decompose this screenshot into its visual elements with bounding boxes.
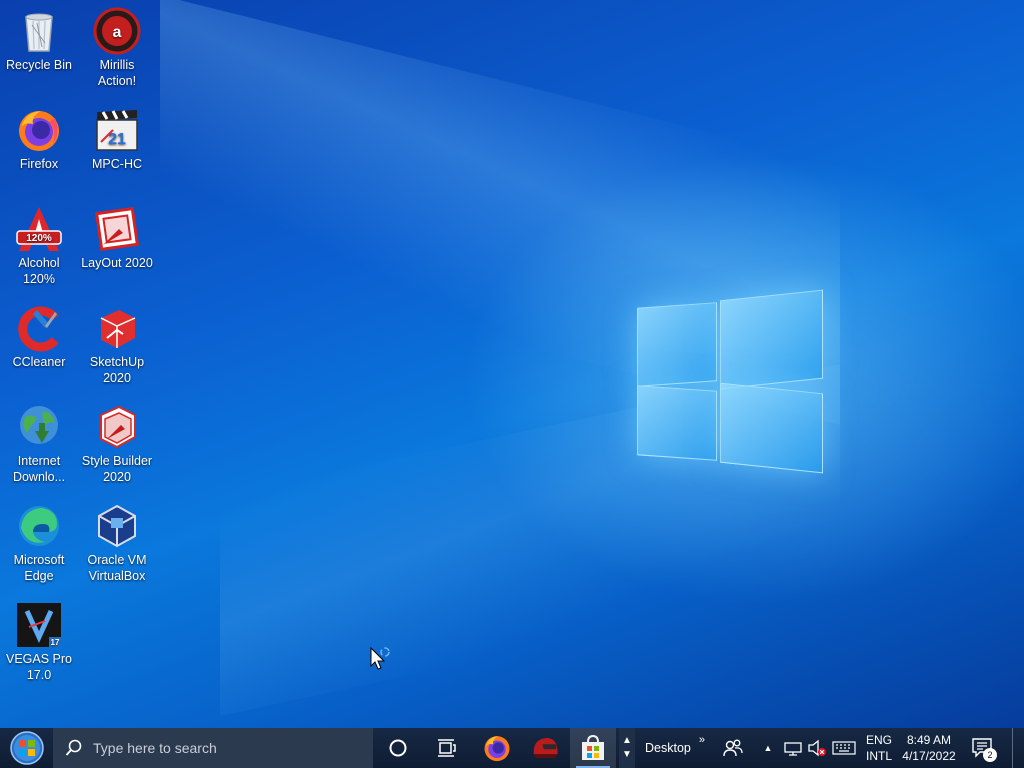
desktop-icon-label: LayOut 2020 [81,256,153,270]
cortana-circle-icon [389,739,407,757]
clock-date: 4/17/2022 [902,749,956,763]
desktop-icon-label: Microsoft Edge [13,553,65,583]
svg-text:17: 17 [51,638,60,647]
show-desktop-button[interactable] [1012,728,1024,768]
people-icon [723,739,743,757]
mirillis-action-icon: a [93,7,141,55]
search-placeholder: Type here to search [93,740,217,756]
search-icon [65,739,82,756]
desktop-toolbar[interactable]: Desktop » [640,728,710,768]
volume-button[interactable] [806,728,828,768]
mouse-cursor-icon [370,646,390,670]
desktop-icon-firefox[interactable]: Firefox [0,106,78,172]
svg-text:a: a [113,24,122,41]
desktop-icon-sketchup-2020[interactable]: SketchUp 2020 [78,304,156,386]
mirillis-action-helmet-icon [533,738,558,758]
desktop-icon-style-builder-2020[interactable]: Style Builder 2020 [78,403,156,485]
people-button[interactable] [718,728,748,768]
desktop-icon-label: Recycle Bin [6,58,72,72]
taskbar-scroll-control[interactable]: ▲ ▼ [619,728,635,768]
desktop-icon-layout-2020[interactable]: LayOut 2020 [78,205,156,271]
alcohol-120-icon: 120% [16,207,62,251]
taskbar-microsoft-store[interactable] [570,728,616,768]
taskbar-mirillis-action[interactable] [522,728,568,768]
cortana-button[interactable] [375,728,421,768]
desktop-icon-label: VEGAS Pro 17.0 [6,652,72,682]
desktop-icon-mpc-hc[interactable]: 21 MPC-HC [78,106,156,172]
desktop-icon-virtualbox[interactable]: Oracle VM VirtualBox [78,502,156,584]
desktop-icon-label: Style Builder 2020 [81,454,153,484]
desktop-icon-microsoft-edge[interactable]: Microsoft Edge [0,502,78,584]
scroll-up-icon[interactable]: ▲ [622,734,632,748]
desktop-icon-label: Firefox [19,157,59,171]
microsoft-store-icon [582,734,604,760]
action-center-button[interactable]: 2 [966,728,1000,768]
firefox-icon [19,111,59,151]
desktop-icon-label: Mirillis Action! [97,58,137,88]
input-language-button[interactable]: ENG INTL [862,728,896,768]
svg-text:120%: 120% [26,233,52,244]
desktop-icon-vegas-pro[interactable]: 17 VEGAS Pro 17.0 [0,601,78,683]
desktop-icon-label: MPC-HC [92,157,142,171]
recycle-bin-icon [25,13,53,52]
clock-button[interactable]: 8:49 AM 4/17/2022 [898,728,960,768]
desktop-icon-ccleaner[interactable]: CCleaner [0,304,78,370]
desktop-icon-label: Oracle VM VirtualBox [87,553,147,583]
chevron-double-right-icon[interactable]: » [699,734,705,746]
network-icon [784,742,802,756]
search-input[interactable]: Type here to search [53,728,373,768]
desktop-icon-label: Alcohol 120% [18,256,60,286]
keyboard-layout: INTL [865,749,892,763]
desktop-icon-label: CCleaner [12,355,66,369]
desktop-icon-recycle-bin[interactable]: Recycle Bin [0,7,78,73]
desktop-toolbar-label: Desktop [645,741,691,755]
desktop-background[interactable]: Recycle Bin Firefox 120% Alcohol 120% CC… [0,0,1024,728]
firefox-icon [484,736,510,762]
touch-keyboard-button[interactable] [831,728,857,768]
style-builder-2020-icon [100,405,136,449]
start-button[interactable] [0,728,53,768]
show-hidden-icons-button[interactable]: ▲ [758,728,778,768]
notification-count-badge: 2 [983,748,997,762]
chevron-up-icon: ▲ [763,743,773,753]
internet-download-manager-icon [20,406,58,444]
task-view-button[interactable] [423,728,469,768]
taskbar: Type here to search ▲ ▼ Desktop » ▲ ENG … [0,728,1024,768]
microsoft-edge-icon [19,506,59,546]
desktop-icon-internet-download-manager[interactable]: Internet Downlo... [0,403,78,485]
volume-muted-icon [808,739,826,757]
desktop-icon-label: SketchUp 2020 [89,355,145,385]
vegas-pro-icon: 17 [17,603,61,647]
task-view-icon [438,739,456,757]
clock-time: 8:49 AM [906,733,952,747]
taskbar-firefox[interactable] [474,728,520,768]
windows-start-orb-icon [9,731,44,765]
sketchup-2020-icon [100,310,136,348]
ccleaner-icon [18,306,59,352]
desktop-icon-alcohol-120[interactable]: 120% Alcohol 120% [0,205,78,287]
mpc-hc-icon: 21 [96,110,138,151]
network-button[interactable] [782,728,804,768]
desktop-icon-label: Internet Downlo... [12,454,66,484]
keyboard-icon [832,741,856,755]
scroll-down-icon[interactable]: ▼ [622,748,632,762]
layout-2020-icon [94,206,140,252]
desktop-icon-mirillis-action[interactable]: a Mirillis Action! [78,7,156,89]
virtualbox-icon [98,504,136,548]
language-code: ENG [865,733,892,747]
